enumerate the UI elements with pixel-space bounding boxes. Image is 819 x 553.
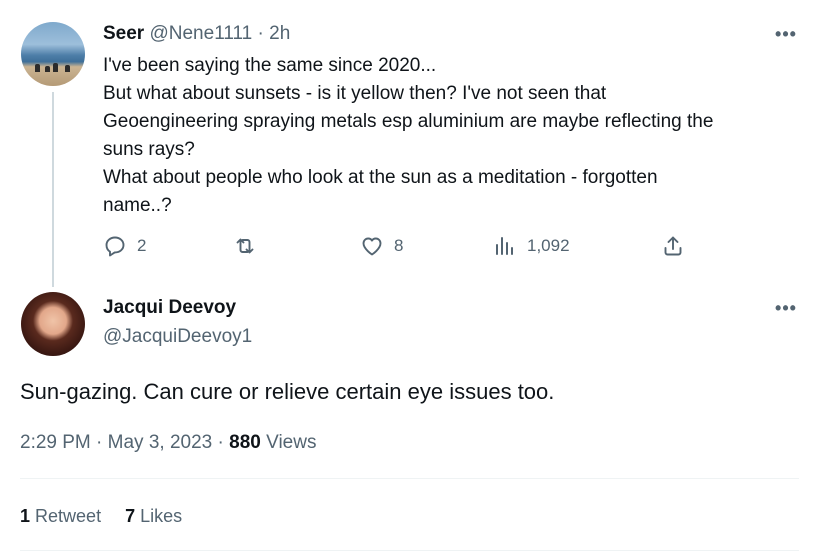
likes-label: Likes [140, 506, 183, 526]
reply-tweet[interactable]: Seer @Nene1111 · 2h ••• I've been saying… [0, 0, 819, 285]
retweets-count: 1 [20, 506, 31, 526]
more-icon[interactable]: ••• [775, 25, 797, 49]
reply-header: Seer @Nene1111 · 2h [103, 22, 290, 46]
engagement-stats: 1 Retweet 7 Likes [20, 504, 182, 528]
likes-link[interactable]: 7 Likes [125, 506, 182, 526]
like-count: 8 [394, 236, 404, 255]
reply-icon [105, 236, 125, 257]
tweet-time[interactable]: 2:29 PM [20, 432, 91, 453]
reply-text-line: But what about sunsets - is it yellow th… [103, 83, 607, 104]
avatar[interactable] [21, 22, 85, 86]
separator: · [96, 432, 103, 453]
views-button[interactable]: 1,092 [493, 232, 570, 260]
divider [20, 550, 799, 551]
separator: · [217, 432, 224, 453]
action-bar: 2 8 1,092 [103, 232, 703, 260]
reply-text-line: What about people who look at the sun as… [103, 167, 658, 188]
like-button[interactable]: 8 [360, 232, 403, 260]
separator: · [257, 23, 264, 44]
tweet-text: Sun-gazing. Can cure or relieve certain … [20, 379, 555, 404]
views-icon [496, 237, 513, 255]
author-name[interactable]: Seer [103, 23, 144, 44]
reply-text-line: name..? [103, 195, 172, 216]
views-label: Views [266, 432, 317, 453]
like-icon [362, 237, 382, 256]
avatar[interactable] [21, 292, 85, 356]
retweets-link[interactable]: 1 Retweet [20, 506, 101, 526]
reply-text-line: suns rays? [103, 139, 195, 160]
main-tweet-header: Jacqui Deevoy @JacquiDeevoy1 [103, 296, 252, 349]
likes-count: 7 [125, 506, 136, 526]
author-handle[interactable]: @JacquiDeevoy1 [103, 325, 252, 349]
reply-text-line: I've been saying the same since 2020... [103, 55, 437, 76]
retweet-icon [236, 238, 254, 254]
author-name[interactable]: Jacqui Deevoy [103, 296, 252, 320]
tweet-metadata: 2:29 PM · May 3, 2023 · 880 Views [20, 430, 316, 456]
retweet-button[interactable] [233, 232, 267, 260]
reply-text: I've been saying the same since 2020... … [103, 52, 803, 220]
avatar-image [31, 62, 77, 72]
divider [20, 478, 799, 479]
reply-button[interactable]: 2 [103, 232, 146, 260]
share-icon [664, 236, 682, 256]
more-icon[interactable]: ••• [775, 299, 797, 323]
tweet-date[interactable]: May 3, 2023 [108, 432, 213, 453]
share-button[interactable] [661, 232, 685, 260]
author-handle[interactable]: @Nene1111 [149, 23, 252, 44]
reply-text-line: Geoengineering spraying metals esp alumi… [103, 111, 714, 132]
timestamp[interactable]: 2h [269, 23, 290, 44]
views-count: 1,092 [527, 236, 570, 255]
views-count: 880 [229, 432, 261, 453]
retweets-label: Retweet [35, 506, 102, 526]
reply-count: 2 [137, 236, 147, 255]
